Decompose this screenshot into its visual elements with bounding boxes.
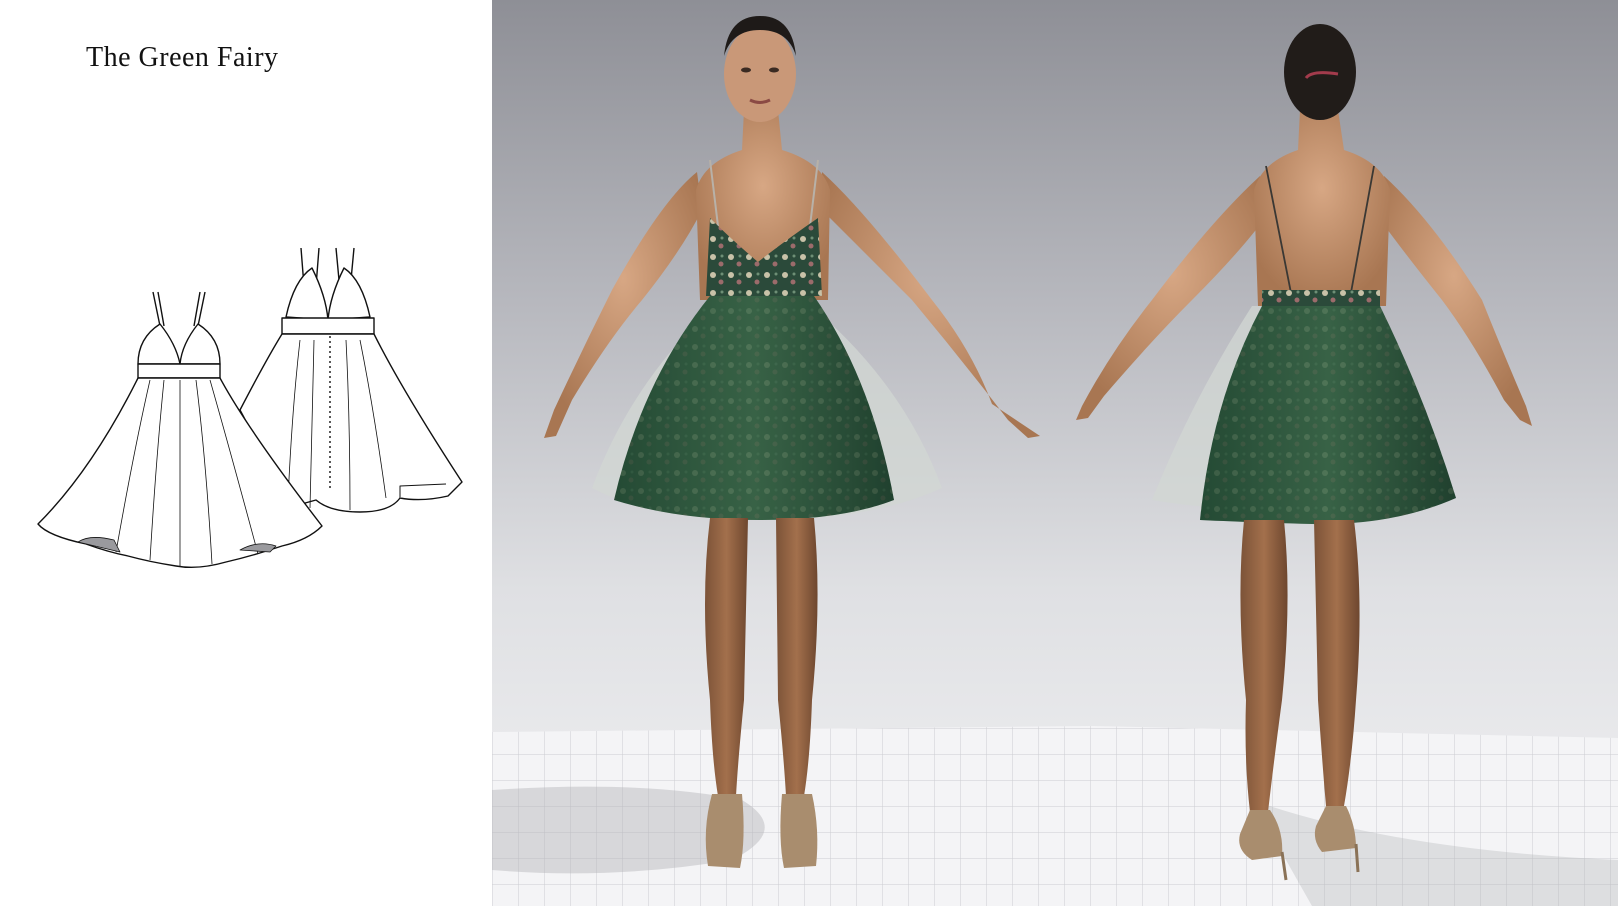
flats-panel: The Green Fairy: [0, 0, 492, 906]
page: The Green Fairy: [0, 0, 1618, 906]
3d-scene: [492, 16, 1618, 906]
technical-flats: [37, 247, 463, 569]
3d-viewport: [492, 0, 1618, 906]
page-title: The Green Fairy: [86, 42, 279, 73]
